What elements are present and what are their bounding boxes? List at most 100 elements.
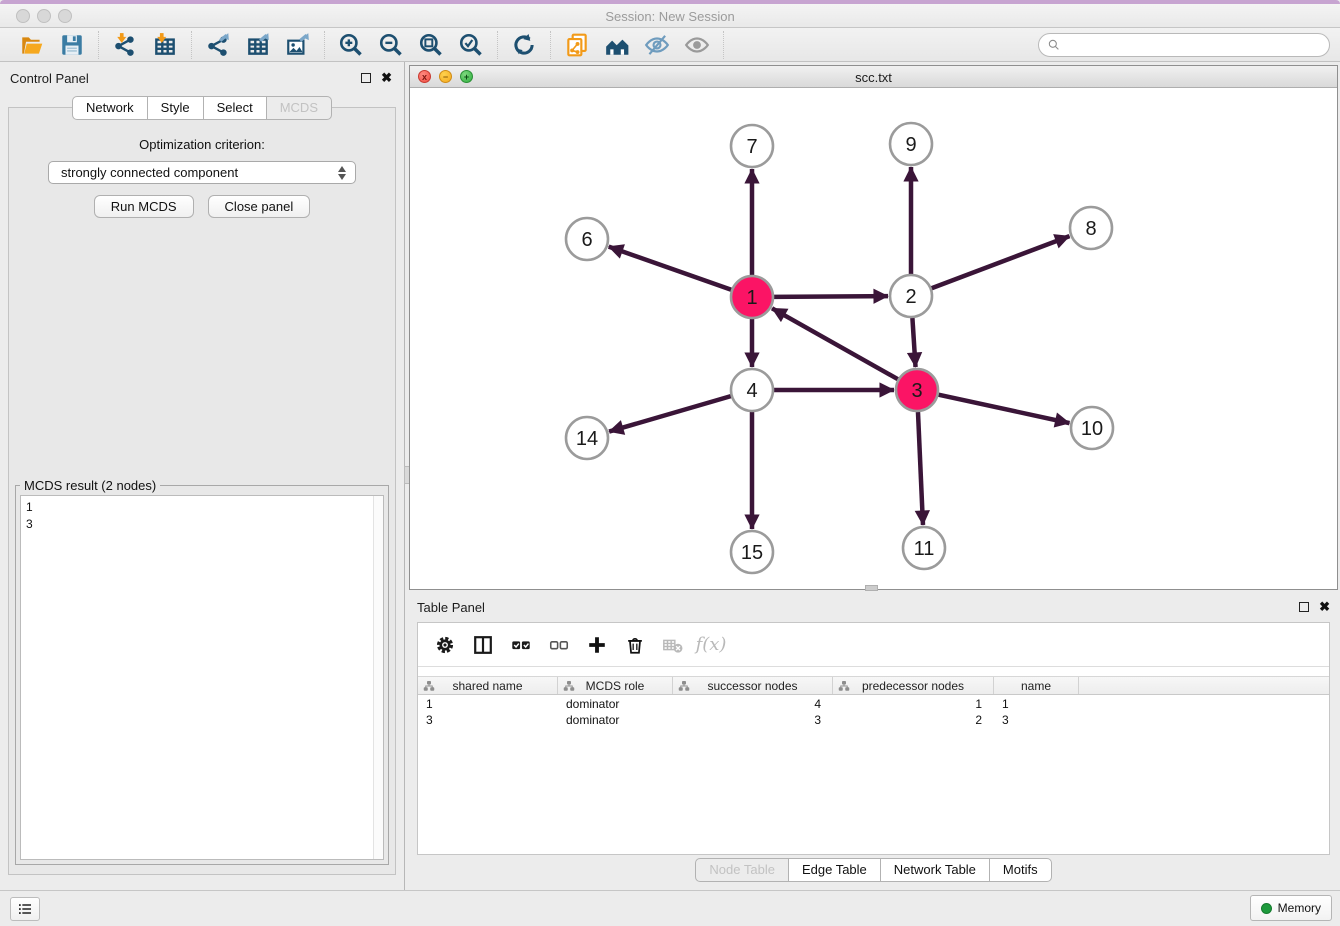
table-row[interactable]: 1dominator411: [418, 696, 1329, 712]
tab-network-table[interactable]: Network Table: [880, 858, 990, 882]
graph-node-label: 11: [914, 538, 935, 560]
export-image-button[interactable]: [278, 30, 318, 60]
settings-button[interactable]: [430, 630, 460, 660]
add-row-button[interactable]: [582, 630, 612, 660]
search-input[interactable]: [1065, 36, 1329, 54]
graph-edge-2-3[interactable]: [912, 318, 915, 367]
close-table-panel-icon[interactable]: ✖: [1319, 601, 1330, 612]
graph-node-6[interactable]: 6: [566, 218, 608, 260]
save-session-button[interactable]: [52, 30, 92, 60]
graph-node-11[interactable]: 11: [903, 527, 945, 569]
column-header-filler: [1079, 677, 1329, 694]
refresh-view-button[interactable]: [504, 30, 544, 60]
show-all-button[interactable]: [677, 30, 717, 60]
hide-selected-button[interactable]: [637, 30, 677, 60]
graph-node-4[interactable]: 4: [731, 369, 773, 411]
zoom-selected-button[interactable]: [451, 30, 491, 60]
tab-motifs[interactable]: Motifs: [989, 858, 1052, 882]
select-stepper-icon: [337, 165, 348, 181]
delete-row-button[interactable]: [620, 630, 650, 660]
graph-node-9[interactable]: 9: [890, 123, 932, 165]
mcds-result-list[interactable]: 13: [20, 495, 384, 860]
search-box[interactable]: [1038, 33, 1330, 57]
deselect-all-button[interactable]: [544, 630, 574, 660]
open-session-button[interactable]: [12, 30, 52, 60]
graph-node-2[interactable]: 2: [890, 275, 932, 317]
table-cell[interactable]: 1: [833, 696, 994, 712]
column-header-MCDS-role[interactable]: MCDS role: [558, 677, 673, 694]
tab-node-table[interactable]: Node Table: [695, 858, 789, 882]
first-neighbors-button[interactable]: [597, 30, 637, 60]
tab-mcds[interactable]: MCDS: [266, 96, 332, 120]
graph-node-label: 2: [905, 286, 916, 308]
zoom-fit-button[interactable]: [411, 30, 451, 60]
graph-node-7[interactable]: 7: [731, 125, 773, 167]
table-row[interactable]: 3dominator323: [418, 712, 1329, 728]
table-cell[interactable]: 3: [418, 712, 558, 728]
hierarchy-icon: [838, 680, 850, 692]
tab-select[interactable]: Select: [203, 96, 267, 120]
network-resize-handle[interactable]: [865, 585, 878, 591]
table-cell[interactable]: 3: [673, 712, 833, 728]
toolbar-group: [192, 31, 325, 59]
table-type-tabs: Node TableEdge TableNetwork TableMotifs: [409, 858, 1338, 882]
criterion-select[interactable]: strongly connected component: [48, 161, 356, 184]
fx-button[interactable]: f(x): [696, 630, 726, 660]
zoom-out-button[interactable]: [371, 30, 411, 60]
tab-network[interactable]: Network: [72, 96, 148, 120]
graph-edge-4-14[interactable]: [609, 396, 731, 431]
column-header-name[interactable]: name: [994, 677, 1079, 694]
table-cell[interactable]: dominator: [558, 712, 673, 728]
column-layout-button[interactable]: [468, 630, 498, 660]
network-view-window: x − + scc.txt 7 9 6 8 1 2 4 3 14 10 15 11: [409, 65, 1338, 590]
close-panel-button[interactable]: Close panel: [208, 195, 311, 218]
graph-edge-1-2[interactable]: [774, 296, 888, 297]
table-cell[interactable]: dominator: [558, 696, 673, 712]
network-window-titlebar[interactable]: x − + scc.txt: [410, 66, 1337, 88]
mcds-tab-content: Optimization criterion: strongly connect…: [8, 107, 396, 875]
import-network-button[interactable]: [105, 30, 145, 60]
graph-edge-2-8[interactable]: [932, 236, 1070, 288]
toolbar-group: [498, 31, 551, 59]
network-canvas[interactable]: 7 9 6 8 1 2 4 3 14 10 15 11: [410, 88, 1337, 589]
tab-style[interactable]: Style: [147, 96, 204, 120]
graph-edge-3-1[interactable]: [772, 308, 898, 379]
column-header-successor-nodes[interactable]: successor nodes: [673, 677, 833, 694]
close-panel-icon[interactable]: ✖: [381, 72, 392, 83]
graph-node-15[interactable]: 15: [731, 531, 773, 573]
graph-node-10[interactable]: 10: [1071, 407, 1113, 449]
table-cell[interactable]: 3: [994, 712, 1079, 728]
graph-edge-3-11[interactable]: [918, 412, 923, 525]
graph-edge-3-10[interactable]: [938, 395, 1069, 423]
add-row-icon: [586, 634, 608, 656]
column-header-predecessor-nodes[interactable]: predecessor nodes: [833, 677, 994, 694]
control-panel-title: Control Panel: [10, 71, 89, 86]
table-cell[interactable]: 1: [418, 696, 558, 712]
zoom-in-button[interactable]: [331, 30, 371, 60]
delete-table-button[interactable]: [658, 630, 688, 660]
result-scrollbar[interactable]: [373, 496, 383, 859]
import-table-button[interactable]: [145, 30, 185, 60]
duplicate-network-button[interactable]: [557, 30, 597, 60]
graph-node-3[interactable]: 3: [896, 369, 938, 411]
column-layout-icon: [472, 634, 494, 656]
export-table-button[interactable]: [238, 30, 278, 60]
toolbar-group: [325, 31, 498, 59]
select-all-button[interactable]: [506, 630, 536, 660]
graph-edge-1-6[interactable]: [609, 247, 732, 290]
column-header-shared-name[interactable]: shared name: [418, 677, 558, 694]
cytopanel-list-button[interactable]: [10, 897, 40, 921]
table-cell[interactable]: 2: [833, 712, 994, 728]
list-icon: [17, 901, 33, 917]
run-mcds-button[interactable]: Run MCDS: [94, 195, 194, 218]
table-cell[interactable]: 4: [673, 696, 833, 712]
float-panel-icon[interactable]: [361, 73, 371, 83]
table-cell[interactable]: 1: [994, 696, 1079, 712]
memory-button[interactable]: Memory: [1250, 895, 1332, 921]
tab-edge-table[interactable]: Edge Table: [788, 858, 881, 882]
graph-node-14[interactable]: 14: [566, 417, 608, 459]
graph-node-8[interactable]: 8: [1070, 207, 1112, 249]
export-network-button[interactable]: [198, 30, 238, 60]
graph-node-1[interactable]: 1: [731, 276, 773, 318]
float-table-panel-icon[interactable]: [1299, 602, 1309, 612]
